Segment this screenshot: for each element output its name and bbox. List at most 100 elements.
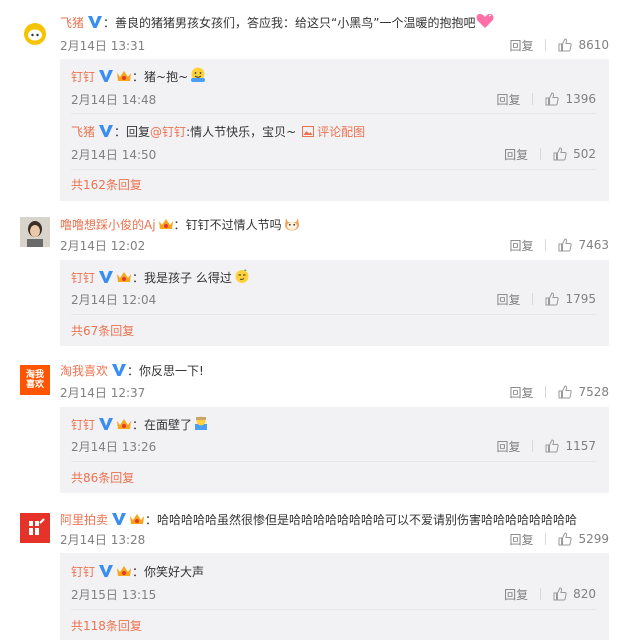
like-button[interactable]: 7528: [558, 385, 609, 399]
comment-thread: 阿里拍卖 ： 哈哈哈哈哈虽然很惨但是哈哈哈哈哈哈哈哈可以不爱请别伤害哈哈哈哈哈哈…: [0, 508, 619, 640]
reply-button[interactable]: 回复: [504, 146, 528, 163]
username[interactable]: 钉钉: [71, 563, 95, 580]
comment-time: 2月14日 13:28: [60, 532, 146, 547]
like-button[interactable]: 1157: [545, 439, 596, 453]
like-button[interactable]: 5299: [558, 532, 609, 546]
more-replies-link[interactable]: 共118条回复: [71, 616, 142, 634]
verified-blue-icon: [98, 417, 114, 431]
reply-actions: 回复 502: [504, 145, 596, 163]
username[interactable]: 淘我喜欢: [60, 362, 108, 379]
thumbs-up-icon: [558, 385, 573, 399]
reply-line: 钉钉 ： 猪~抱~: [71, 67, 609, 85]
reply-line: 钉钉 ： 我是孩子 么得过: [71, 268, 609, 286]
comment-text: 你反思一下!: [139, 363, 204, 378]
reply-button[interactable]: 回复: [509, 37, 533, 54]
comment-text: 哈哈哈哈哈虽然很惨但是哈哈哈哈哈哈哈哈可以不爱请别伤害哈哈哈哈哈哈哈哈: [157, 512, 578, 527]
more-replies-link[interactable]: 共86条回复: [71, 468, 134, 486]
username[interactable]: 钉钉: [71, 269, 95, 286]
reply-button[interactable]: 回复: [509, 384, 533, 401]
reply-divider: [71, 314, 596, 315]
person-photo-avatar-icon: [20, 217, 50, 247]
verified-blue-icon: [87, 15, 103, 29]
verified-blue-icon: [98, 69, 114, 83]
avatar[interactable]: [20, 19, 50, 49]
comment-actions: 回复 7528: [509, 383, 609, 401]
verified-blue-icon: [98, 270, 114, 284]
avatar[interactable]: [20, 513, 50, 543]
cat-face-emoji-icon: [283, 215, 301, 234]
like-button[interactable]: 7463: [558, 238, 609, 252]
like-count: 1157: [565, 439, 596, 453]
reply-divider: [71, 609, 596, 610]
comment-line: 阿里拍卖 ： 哈哈哈哈哈虽然很惨但是哈哈哈哈哈哈哈哈可以不爱请别伤害哈哈哈哈哈哈…: [60, 511, 578, 528]
smug-face-emoji-icon: [233, 268, 251, 287]
like-count: 8610: [578, 38, 609, 52]
thumbs-up-icon: [545, 292, 560, 306]
like-button[interactable]: 502: [553, 147, 596, 161]
username[interactable]: 飞猪: [60, 14, 84, 31]
vip-crown-icon: [116, 270, 132, 284]
reply-text: :情人节快乐，宝贝~: [186, 124, 297, 139]
comment-line: 噜噜想踩小俊的Aj ： 钉钉不过情人节吗: [60, 215, 301, 233]
reply-divider: [71, 461, 596, 462]
reply-button[interactable]: 回复: [496, 438, 520, 455]
avatar[interactable]: 淘我 喜欢: [20, 365, 50, 395]
comment: 噜噜想踩小俊的Aj ： 钉钉不过情人节吗 2月14日 12:02 回复 7463: [0, 214, 619, 262]
username[interactable]: 钉钉: [71, 416, 95, 433]
like-count: 502: [573, 147, 596, 161]
comment-line: 淘我喜欢 ： 你反思一下!: [60, 362, 204, 379]
more-replies-link[interactable]: 共67条回复: [71, 321, 134, 339]
comment-line: 飞猪 ： 善良的猪猪男孩女孩们，答应我：给这只“小黑鸟”一个温暖的抱抱吧: [60, 13, 494, 31]
like-count: 7528: [578, 385, 609, 399]
avatar[interactable]: [20, 217, 50, 247]
thumbs-up-icon: [558, 238, 573, 252]
thumbs-up-icon: [558, 38, 573, 52]
username[interactable]: 钉钉: [71, 68, 95, 85]
username[interactable]: 飞猪: [71, 123, 95, 140]
image-link[interactable]: 评论配图: [302, 123, 365, 140]
divider: [545, 386, 547, 398]
reply-time: 2月14日 12:04: [71, 292, 157, 307]
reply-button[interactable]: 回复: [496, 291, 520, 308]
comment-time: 2月14日 13:31: [60, 38, 146, 53]
hug-emoji-icon: [189, 67, 207, 86]
face-wall-emoji-icon: [193, 415, 209, 434]
comment-text: 善良的猪猪男孩女孩们，答应我：给这只“小黑鸟”一个温暖的抱抱吧: [115, 15, 476, 30]
reply-button[interactable]: 回复: [509, 531, 533, 548]
feizhu-pig-logo-icon: [20, 19, 50, 49]
reply-button[interactable]: 回复: [496, 91, 520, 108]
comment: 飞猪 ： 善良的猪猪男孩女孩们，答应我：给这只“小黑鸟”一个温暖的抱抱吧 2月1…: [0, 11, 619, 59]
reply-button[interactable]: 回复: [509, 237, 533, 254]
reply-divider: [71, 113, 596, 114]
like-count: 1396: [565, 92, 596, 106]
reply-text: 你笑好大声: [144, 564, 205, 579]
verified-blue-icon: [98, 124, 114, 138]
divider: [532, 293, 534, 305]
reply-divider: [71, 169, 596, 170]
reply-list: 钉钉 ： 你笑好大声 2月15日 13:15 回复 820 共118条回复: [60, 553, 609, 640]
reply-prefix: 回复: [126, 124, 151, 139]
like-button[interactable]: 820: [553, 587, 596, 601]
like-button[interactable]: 1396: [545, 92, 596, 106]
vip-crown-icon: [158, 217, 174, 231]
vip-crown-icon: [116, 564, 132, 578]
reply-actions: 回复 1157: [496, 437, 596, 455]
reply-button[interactable]: 回复: [504, 586, 528, 603]
username[interactable]: 阿里拍卖: [60, 511, 108, 528]
like-button[interactable]: 1795: [545, 292, 596, 306]
divider: [532, 440, 534, 452]
more-replies-link[interactable]: 共162条回复: [71, 175, 142, 193]
username[interactable]: 噜噜想踩小俊的Aj: [60, 216, 156, 233]
comment-text: 钉钉不过情人节吗: [185, 217, 282, 232]
taowoxihuan-logo-icon: 淘我 喜欢: [25, 370, 44, 390]
divider: [545, 533, 547, 545]
verified-blue-icon: [98, 564, 114, 578]
pink-heart-emoji-icon: [476, 13, 494, 32]
reply-time: 2月14日 14:48: [71, 92, 157, 107]
mention-link[interactable]: @钉钉: [150, 123, 186, 140]
like-button[interactable]: 8610: [558, 38, 609, 52]
like-count: 1795: [565, 292, 596, 306]
thumbs-up-icon: [545, 439, 560, 453]
reply-time: 2月14日 13:26: [71, 439, 157, 454]
divider: [545, 39, 547, 51]
